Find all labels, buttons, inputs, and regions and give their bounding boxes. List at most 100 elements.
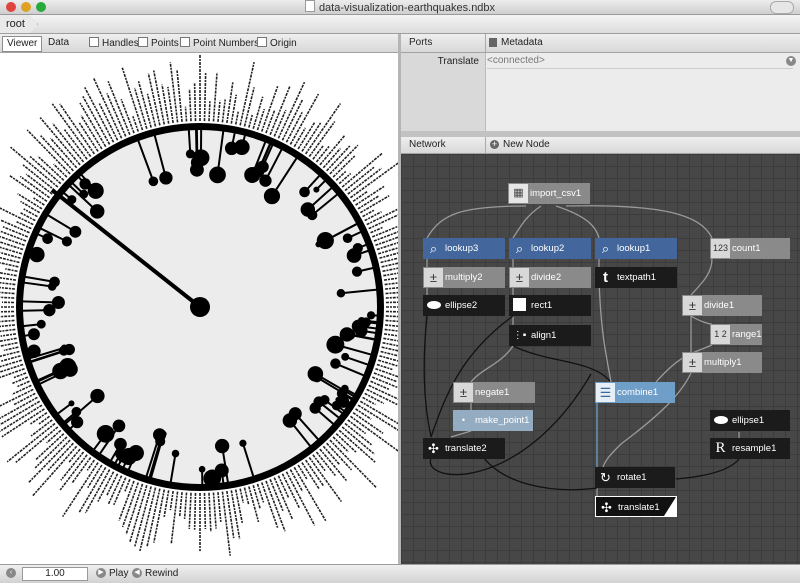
label-line bbox=[0, 275, 16, 281]
node-combine1[interactable]: ☰combine1 bbox=[595, 382, 675, 403]
breadcrumb-root[interactable]: root bbox=[0, 15, 38, 33]
plus-icon[interactable]: + bbox=[490, 140, 499, 149]
node-negate1[interactable]: ±negate1 bbox=[453, 382, 535, 403]
close-window-button[interactable] bbox=[6, 2, 16, 12]
node-translate2[interactable]: ✣translate2 bbox=[423, 438, 505, 459]
earthquake-visualization bbox=[0, 53, 398, 564]
lollipop-dot bbox=[215, 464, 229, 478]
lollipop-dot bbox=[42, 233, 53, 244]
rewind-icon[interactable]: ◀ bbox=[132, 568, 142, 578]
rect-icon bbox=[510, 296, 529, 315]
resample-icon: R bbox=[711, 439, 730, 458]
label-line bbox=[274, 478, 292, 519]
label-line bbox=[5, 269, 17, 271]
play-icon[interactable]: ▶ bbox=[96, 568, 106, 578]
label-line bbox=[348, 420, 366, 434]
frame-stepper-icon[interactable]: ‹ bbox=[6, 568, 16, 578]
frame-field[interactable]: 1.00 bbox=[22, 567, 88, 581]
label-line bbox=[330, 145, 358, 174]
label-line bbox=[345, 167, 374, 190]
node-textpath1[interactable]: ttextpath1 bbox=[595, 267, 677, 288]
toolbar-toggle-button[interactable] bbox=[770, 1, 794, 14]
label-line bbox=[218, 492, 221, 522]
node-translate1[interactable]: ✣translate1 bbox=[595, 496, 677, 517]
node-resample1[interactable]: Rresample1 bbox=[710, 438, 790, 459]
text-icon: t bbox=[596, 268, 615, 287]
metadata-icon[interactable] bbox=[489, 38, 497, 47]
label-line bbox=[374, 231, 398, 241]
node-lookup3[interactable]: ⌕lookup3 bbox=[423, 238, 505, 259]
rendered-flag-icon bbox=[664, 497, 676, 516]
label-line bbox=[185, 493, 187, 519]
node-lookup1[interactable]: ⌕lookup1 bbox=[595, 238, 677, 259]
label-line bbox=[107, 474, 118, 495]
label-line bbox=[20, 201, 39, 212]
play-button[interactable]: Play bbox=[109, 568, 128, 579]
port-value-translate[interactable]: <connected> bbox=[487, 55, 793, 69]
metadata-button[interactable]: Metadata bbox=[501, 37, 543, 48]
node-count1[interactable]: 123count1 bbox=[710, 238, 790, 259]
lollipop-dot bbox=[199, 466, 206, 473]
label-line bbox=[133, 116, 138, 131]
point-numbers-checkbox[interactable]: Point Numbers bbox=[180, 37, 259, 49]
label-line bbox=[330, 440, 376, 487]
node-ellipse1[interactable]: ellipse1 bbox=[710, 410, 790, 431]
label-line bbox=[51, 138, 77, 168]
node-lookup2[interactable]: ⌕lookup2 bbox=[509, 238, 591, 259]
label-line bbox=[14, 373, 26, 378]
node-multiply1[interactable]: ±multiply1 bbox=[682, 352, 762, 373]
node-rect1[interactable]: rect1 bbox=[509, 295, 591, 316]
lollipop-dot bbox=[63, 362, 78, 377]
tab-viewer[interactable]: Viewer bbox=[2, 36, 42, 52]
node-divide1[interactable]: ±divide1 bbox=[682, 295, 762, 316]
points-label: Points bbox=[151, 38, 179, 49]
node-ellipse2[interactable]: ellipse2 bbox=[423, 295, 505, 316]
node-multiply2[interactable]: ±multiply2 bbox=[423, 267, 505, 288]
label-line bbox=[278, 476, 289, 499]
label-line bbox=[282, 100, 302, 140]
label-line bbox=[327, 146, 350, 171]
lollipop-dot bbox=[315, 241, 321, 247]
label-line bbox=[286, 472, 314, 526]
lollipop-dot bbox=[68, 400, 74, 406]
handles-checkbox[interactable]: Handles bbox=[89, 37, 139, 49]
point-icon: • bbox=[454, 411, 473, 430]
new-node-button[interactable]: New Node bbox=[503, 139, 550, 150]
math-icon: ± bbox=[454, 383, 473, 402]
label-line bbox=[313, 146, 323, 159]
node-divide2[interactable]: ±divide2 bbox=[509, 267, 591, 288]
tab-data[interactable]: Data bbox=[44, 36, 73, 50]
header-divider bbox=[485, 137, 486, 153]
viewer-canvas[interactable] bbox=[0, 53, 398, 564]
points-checkbox[interactable]: Points bbox=[138, 37, 179, 49]
lollipop-dot bbox=[90, 204, 104, 218]
node-align1[interactable]: ⋮▪align1 bbox=[509, 325, 591, 346]
lollipop-dot bbox=[361, 317, 371, 327]
node-range1[interactable]: 1 2range1 bbox=[710, 324, 762, 345]
label-line bbox=[13, 393, 35, 404]
minimize-window-button[interactable] bbox=[21, 2, 31, 12]
magnifier-icon: ⌕ bbox=[596, 239, 615, 258]
node-rotate1[interactable]: ↻rotate1 bbox=[595, 467, 675, 488]
label-line bbox=[386, 297, 398, 298]
rewind-button[interactable]: Rewind bbox=[145, 568, 178, 579]
lollipop-dot bbox=[335, 397, 341, 403]
node-make_point1[interactable]: •make_point1 bbox=[453, 410, 533, 431]
label-line bbox=[0, 292, 14, 293]
zoom-window-button[interactable] bbox=[36, 2, 46, 12]
network-canvas[interactable]: ▦import_csv1 ⌕lookup3 ⌕lookup2 ⌕lookup1 … bbox=[401, 154, 800, 564]
label-line bbox=[386, 311, 398, 312]
label-line bbox=[353, 191, 368, 201]
label-line bbox=[339, 430, 376, 462]
lollipop-dot bbox=[59, 346, 69, 356]
math-icon: ± bbox=[683, 296, 702, 315]
lollipop-dot bbox=[326, 336, 344, 354]
label-line bbox=[0, 286, 15, 289]
label-line bbox=[12, 385, 31, 394]
node-import_csv1[interactable]: ▦import_csv1 bbox=[508, 183, 590, 204]
origin-checkbox[interactable]: Origin bbox=[257, 37, 297, 49]
window-title: data-visualization-earthquakes.ndbx bbox=[319, 2, 495, 14]
lollipop-dot bbox=[69, 226, 81, 238]
port-menu-icon[interactable]: ▼ bbox=[786, 56, 796, 66]
label-line bbox=[185, 107, 186, 122]
